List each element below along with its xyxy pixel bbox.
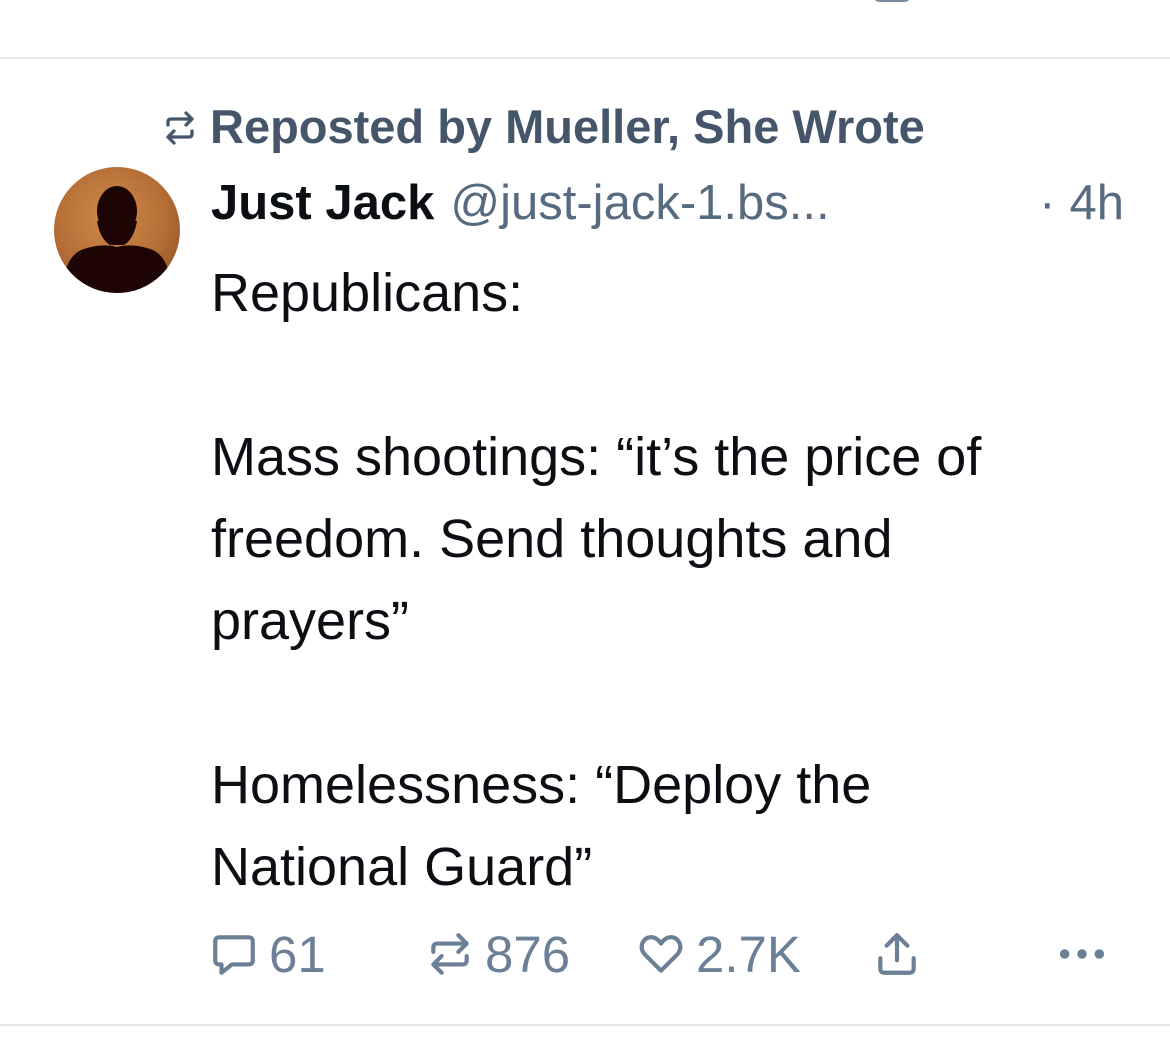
silhouette-avatar-image <box>62 186 172 293</box>
reply-count: 61 <box>269 925 326 983</box>
heart-icon <box>639 935 683 973</box>
prev-reply-icon[interactable] <box>212 0 258 10</box>
avatar[interactable] <box>54 167 180 293</box>
share-button[interactable] <box>872 922 922 986</box>
repost-arrows-icon <box>431 933 469 975</box>
repost-count: 876 <box>485 925 571 983</box>
reply-button[interactable]: 61 <box>209 922 326 986</box>
previous-post-actions <box>0 0 1170 58</box>
post-text: Republicans: Mass shootings: “it’s the p… <box>211 263 982 897</box>
post-header: Just Jack @just-jack-1.bs... <box>211 172 1141 234</box>
post-divider-top <box>0 57 1170 59</box>
ellipsis-icon <box>1059 949 1105 959</box>
post-timestamp[interactable]: · 4h <box>1039 172 1124 234</box>
more-options-button[interactable] <box>1056 922 1108 986</box>
author-handle[interactable]: @just-jack-1.bs... <box>450 175 829 231</box>
timestamp-separator: · <box>1039 176 1056 230</box>
like-button[interactable]: 2.7K <box>636 922 801 986</box>
timestamp-text: 4h <box>1069 176 1124 230</box>
prev-repost-icon[interactable] <box>420 0 550 10</box>
repost-button[interactable]: 876 <box>425 922 570 986</box>
author-name[interactable]: Just Jack <box>211 175 434 231</box>
post-actions: 61 876 2.7K <box>0 922 1170 986</box>
prev-share-icon[interactable] <box>872 0 916 10</box>
speech-bubble-icon <box>213 935 255 975</box>
like-count: 2.7K <box>696 925 801 983</box>
repost-arrows-icon <box>166 111 194 145</box>
share-upload-icon <box>878 933 916 975</box>
repost-label: Reposted by Mueller, She Wrote <box>210 99 925 153</box>
post-divider-bottom <box>0 1024 1170 1026</box>
prev-like-icon[interactable] <box>640 0 770 10</box>
repost-attribution[interactable]: Reposted by Mueller, She Wrote <box>162 96 925 156</box>
